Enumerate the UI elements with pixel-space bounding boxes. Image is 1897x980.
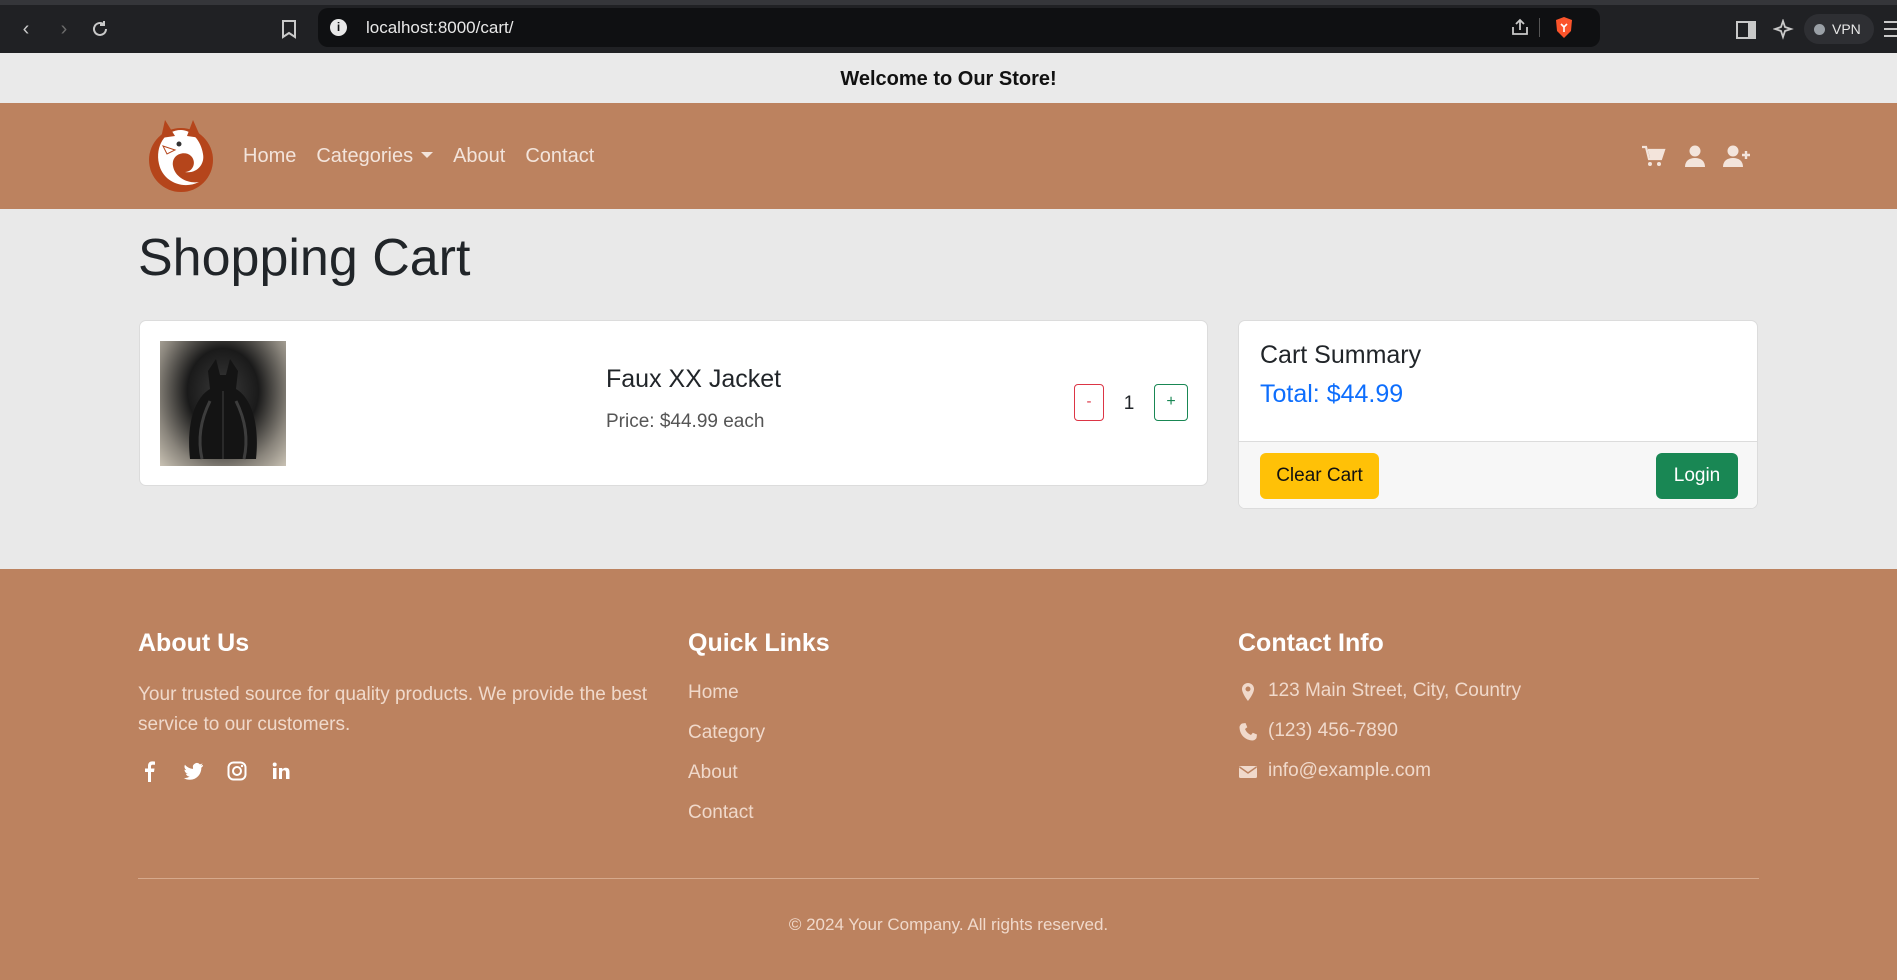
map-pin-icon — [1242, 683, 1254, 701]
vpn-button[interactable]: VPN — [1804, 14, 1874, 44]
increase-quantity-button[interactable]: + — [1154, 384, 1188, 421]
contact-heading: Contact Info — [1238, 629, 1384, 657]
footer-link-contact[interactable]: Contact — [688, 800, 830, 840]
contact-email: info@example.com — [1238, 760, 1521, 800]
vpn-label: VPN — [1832, 21, 1861, 37]
linkedin-icon[interactable] — [270, 760, 292, 782]
product-image[interactable] — [160, 341, 286, 466]
about-text: Your trusted source for quality products… — [138, 684, 648, 735]
nav-home[interactable]: Home — [243, 145, 296, 168]
forward-icon[interactable]: › — [50, 15, 78, 43]
nav-about[interactable]: About — [453, 145, 505, 168]
address-bar[interactable]: i localhost:8000/cart/ — [318, 8, 1600, 47]
footer-divider — [138, 878, 1759, 879]
cart-item-card: Faux XX Jacket Price: $44.99 each - 1 + — [139, 320, 1208, 486]
sidebar-icon[interactable] — [1735, 19, 1757, 41]
envelope-icon — [1239, 766, 1257, 778]
copyright-text: © 2024 Your Company. All rights reserved… — [788, 915, 1109, 934]
welcome-banner: Welcome to Our Store! — [0, 53, 1897, 103]
item-name[interactable]: Faux XX Jacket — [606, 365, 781, 394]
reload-icon[interactable] — [86, 15, 114, 43]
summary-actions: Clear Cart Login — [1239, 441, 1757, 508]
chevron-down-icon — [421, 152, 434, 159]
facebook-icon[interactable] — [138, 760, 160, 782]
nav-categories-label: Categories — [316, 145, 414, 167]
decrease-quantity-button[interactable]: - — [1074, 384, 1104, 421]
url-text[interactable]: localhost:8000/cart/ — [366, 18, 513, 38]
footer-link-category[interactable]: Category — [688, 720, 830, 760]
instagram-icon[interactable] — [226, 760, 248, 782]
address-text: 123 Main Street, City, Country — [1268, 680, 1522, 701]
contact-address: 123 Main Street, City, Country — [1238, 680, 1521, 720]
footer-quick-links: Quick Links Home Category About Contact — [688, 629, 830, 840]
phone-icon — [1239, 723, 1257, 741]
cart-icon[interactable] — [1640, 143, 1666, 169]
leo-ai-icon[interactable] — [1773, 19, 1795, 41]
twitter-icon[interactable] — [182, 760, 204, 782]
email-text[interactable]: info@example.com — [1268, 760, 1431, 782]
user-plus-icon[interactable] — [1722, 143, 1752, 169]
page-title: Shopping Cart — [138, 229, 471, 287]
site-info-icon[interactable]: i — [330, 19, 347, 36]
cart-summary-card: Cart Summary Total: $44.99 Clear Cart Lo… — [1238, 320, 1758, 509]
summary-body: Cart Summary Total: $44.99 — [1239, 321, 1757, 441]
fox-logo[interactable] — [145, 116, 217, 194]
contact-phone: (123) 456-7890 — [1238, 720, 1521, 760]
bookmark-icon[interactable] — [275, 15, 303, 43]
about-heading: About Us — [138, 629, 250, 657]
vpn-status-icon — [1814, 24, 1825, 35]
quantity-value: 1 — [1123, 393, 1135, 414]
nav-contact[interactable]: Contact — [525, 145, 594, 168]
clear-cart-button[interactable]: Clear Cart — [1260, 453, 1379, 499]
site-navbar: Home Categories About Contact — [0, 103, 1897, 209]
quick-links-heading: Quick Links — [688, 629, 830, 657]
main-nav: Home Categories About Contact — [243, 145, 594, 168]
browser-chrome: ‹ › i localhost:8000/cart/ VPN — [0, 0, 1897, 53]
back-icon[interactable]: ‹ — [12, 15, 40, 43]
jacket-photo — [189, 359, 257, 460]
login-button[interactable]: Login — [1656, 453, 1738, 499]
cart-total: Total: $44.99 — [1260, 380, 1404, 408]
brave-shield-icon[interactable] — [1554, 16, 1574, 39]
social-links — [138, 760, 648, 782]
divider — [1539, 18, 1540, 37]
user-icon[interactable] — [1682, 143, 1708, 169]
summary-title: Cart Summary — [1260, 341, 1422, 369]
footer-link-home[interactable]: Home — [688, 680, 830, 720]
item-price: Price: $44.99 each — [606, 411, 765, 432]
menu-icon[interactable] — [1884, 21, 1897, 42]
site-footer: About Us Your trusted source for quality… — [0, 569, 1897, 980]
nav-categories-dropdown[interactable]: Categories — [316, 145, 434, 168]
footer-about: About Us Your trusted source for quality… — [138, 629, 648, 782]
share-icon[interactable] — [1510, 17, 1530, 37]
phone-text: (123) 456-7890 — [1268, 720, 1398, 741]
footer-link-about[interactable]: About — [688, 760, 830, 800]
footer-contact: Contact Info 123 Main Street, City, Coun… — [1238, 629, 1521, 800]
